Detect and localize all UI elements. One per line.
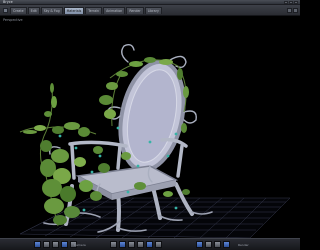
render-controls bbox=[196, 241, 230, 248]
display-controls bbox=[110, 241, 162, 248]
render-icon[interactable] bbox=[196, 241, 203, 248]
material-icon[interactable] bbox=[146, 241, 153, 248]
export-icon[interactable] bbox=[223, 241, 230, 248]
render-label: Render bbox=[238, 243, 249, 247]
tab-library[interactable]: Library bbox=[144, 7, 162, 14]
tab-sky-fog[interactable]: Sky & Fog bbox=[40, 7, 63, 14]
tab-animation[interactable]: Animation bbox=[103, 7, 126, 14]
tab-strip: Create Edit Sky & Fog Materials Terrain … bbox=[0, 5, 300, 16]
camera-icon[interactable] bbox=[34, 241, 41, 248]
zoom-icon[interactable] bbox=[61, 241, 68, 248]
minimize-icon[interactable] bbox=[284, 1, 288, 4]
rotate-icon[interactable] bbox=[43, 241, 50, 248]
grid-icon[interactable] bbox=[128, 241, 135, 248]
bottom-toolbar: Camera Render bbox=[0, 238, 300, 250]
tab-terrain[interactable]: Terrain bbox=[85, 7, 103, 14]
tab-tools bbox=[287, 8, 298, 13]
wireframe-icon[interactable] bbox=[110, 241, 117, 248]
window-controls bbox=[284, 1, 298, 4]
scene-render bbox=[19, 43, 291, 238]
viewport-label: Perspective bbox=[3, 18, 23, 22]
preview-icon[interactable] bbox=[205, 241, 212, 248]
tab-render[interactable]: Render bbox=[126, 7, 144, 14]
light-icon[interactable] bbox=[137, 241, 144, 248]
application-window: Bryce Create Edit Sky & Fog Materials Te… bbox=[0, 0, 300, 250]
settings-icon[interactable] bbox=[293, 8, 298, 13]
maximize-icon[interactable] bbox=[289, 1, 293, 4]
app-menu-icon[interactable] bbox=[3, 8, 8, 13]
tab-materials[interactable]: Materials bbox=[63, 7, 85, 14]
pan-icon[interactable] bbox=[52, 241, 59, 248]
stop-icon[interactable] bbox=[214, 241, 221, 248]
tab-edit[interactable]: Edit bbox=[27, 7, 40, 14]
shaded-icon[interactable] bbox=[119, 241, 126, 248]
close-icon[interactable] bbox=[294, 1, 298, 4]
selection-icon[interactable] bbox=[155, 241, 162, 248]
tab-create[interactable]: Create bbox=[10, 7, 27, 14]
camera-controls bbox=[34, 241, 77, 248]
tab-list: Create Edit Sky & Fog Materials Terrain … bbox=[10, 7, 162, 14]
camera-label: Camera bbox=[74, 243, 86, 247]
help-icon[interactable] bbox=[287, 8, 292, 13]
3d-viewport[interactable]: Perspective bbox=[0, 16, 300, 238]
